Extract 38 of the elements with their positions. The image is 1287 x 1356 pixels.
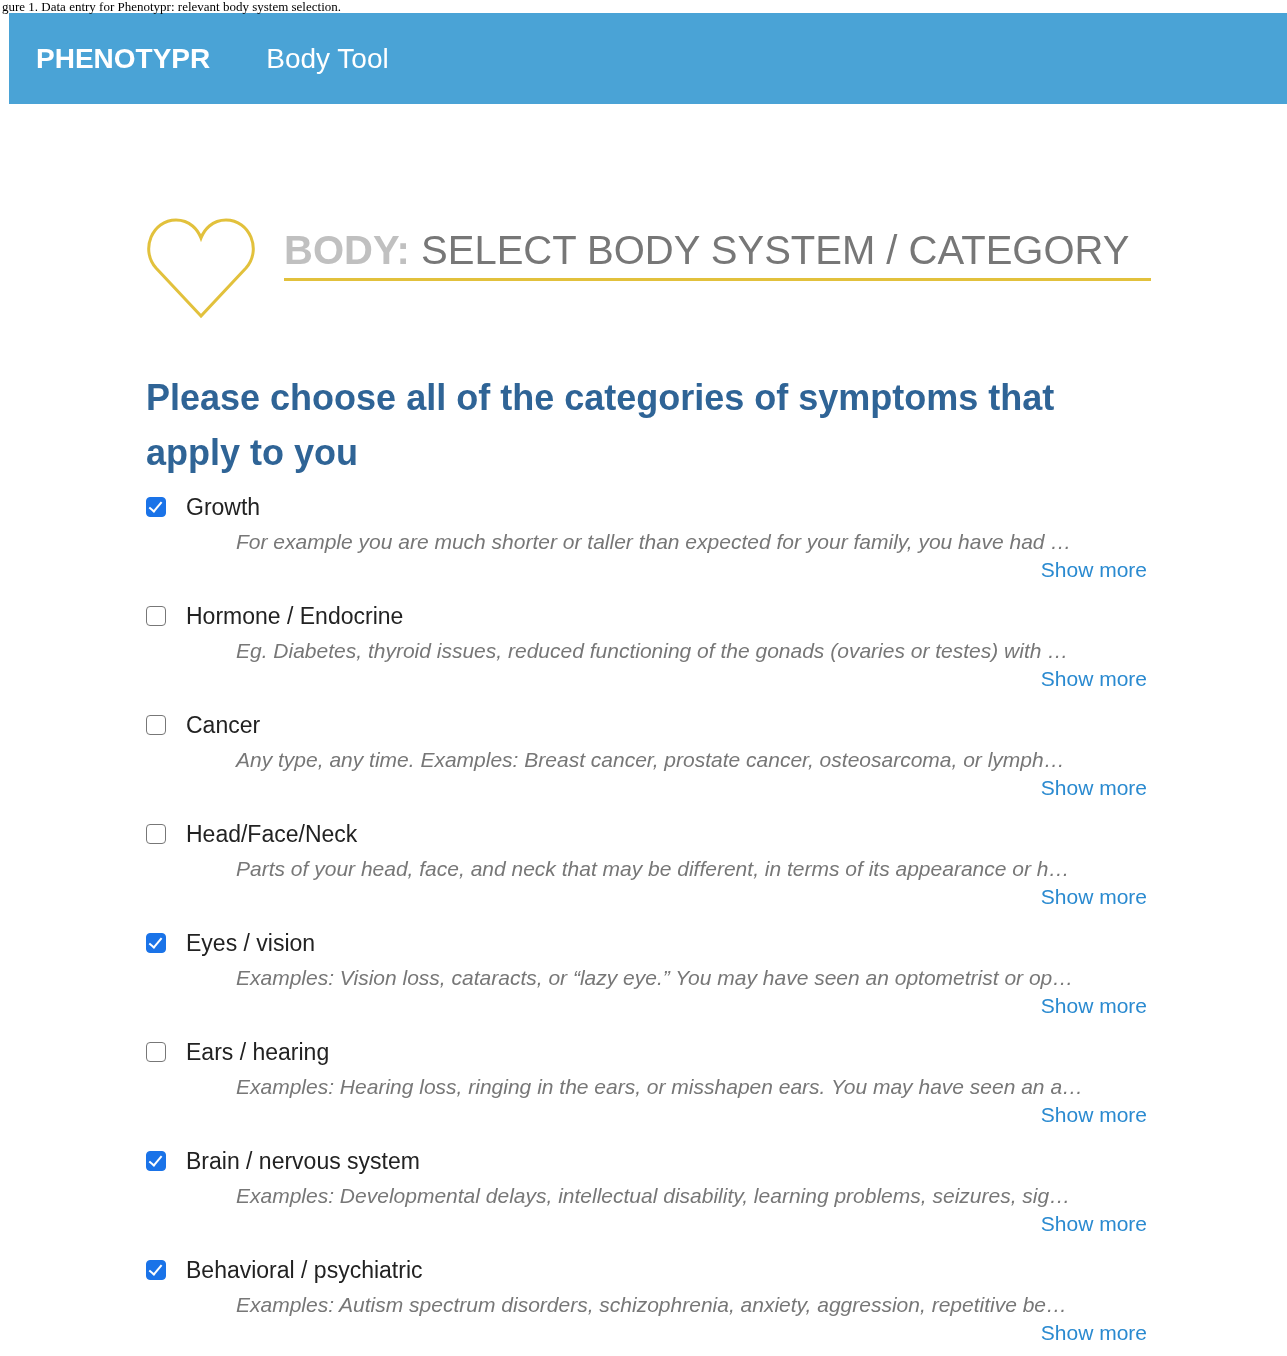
category-label: Cancer: [186, 711, 261, 739]
show-more-link[interactable]: Show more: [1040, 1212, 1147, 1236]
figure-caption: gure 1. Data entry for Phenotypr: relevant body system selection.: [1, 0, 342, 13]
category-description: Parts of your head, face, and neck that may be different, in terms of its appearance or h…: [236, 857, 1071, 881]
category-description: Examples: Developmental delays, intellectual disability, learning problems, seizures, sig…: [236, 1184, 1072, 1208]
checkbox[interactable]: [146, 1151, 166, 1171]
checkbox[interactable]: [146, 1042, 166, 1062]
heart-icon: [146, 216, 256, 320]
show-more-link[interactable]: Show more: [1040, 1321, 1147, 1345]
category-description: Examples: Vision loss, cataracts, or “lazy eye.” You may have seen an optometrist or op…: [236, 966, 1075, 990]
show-more-link[interactable]: Show more: [1040, 776, 1147, 800]
nav-link[interactable]: Body Tool: [266, 42, 389, 75]
checkbox[interactable]: [146, 497, 166, 517]
category-description: Examples: Autism spectrum disorders, schizophrenia, anxiety, aggression, repetitive be…: [236, 1293, 1069, 1317]
checkbox[interactable]: [146, 933, 166, 953]
question-text: Please choose all of the categories of symptoms that apply to you: [146, 376, 1056, 475]
category-label: Behavioral / psychiatric: [186, 1256, 423, 1284]
category-label: Ears / hearing: [186, 1038, 330, 1066]
show-more-link[interactable]: Show more: [1040, 994, 1147, 1018]
show-more-link[interactable]: Show more: [1040, 1103, 1147, 1127]
category-label: Hormone / Endocrine: [186, 602, 404, 630]
category-label: Eyes / vision: [186, 929, 316, 957]
show-more-link[interactable]: Show more: [1040, 667, 1147, 691]
category-description: Examples: Hearing loss, ringing in the ears, or misshapen ears. You may have seen an a…: [236, 1075, 1085, 1099]
checkbox[interactable]: [146, 715, 166, 735]
category-description: For example you are much shorter or taller than expected for your family, you have had …: [236, 530, 1073, 554]
category-label: Head/Face/Neck: [186, 820, 358, 848]
checkbox[interactable]: [146, 606, 166, 626]
show-more-link[interactable]: Show more: [1040, 885, 1147, 909]
show-more-link[interactable]: Show more: [1040, 558, 1147, 582]
category-label: Growth: [186, 493, 261, 521]
category-description: Eg. Diabetes, thyroid issues, reduced functioning of the gonads (ovaries or testes) with …: [236, 639, 1070, 663]
checkbox[interactable]: [146, 1260, 166, 1280]
brand-link[interactable]: PHENOTYPR: [36, 42, 211, 75]
category-label: Brain / nervous system: [186, 1147, 420, 1175]
checkbox[interactable]: [146, 824, 166, 844]
category-description: Any type, any time. Examples: Breast cancer, prostate cancer, osteosarcoma, or lymph…: [236, 748, 1066, 772]
page-title: BODY: SELECT BODY SYSTEM / CATEGORY: [284, 228, 1151, 281]
